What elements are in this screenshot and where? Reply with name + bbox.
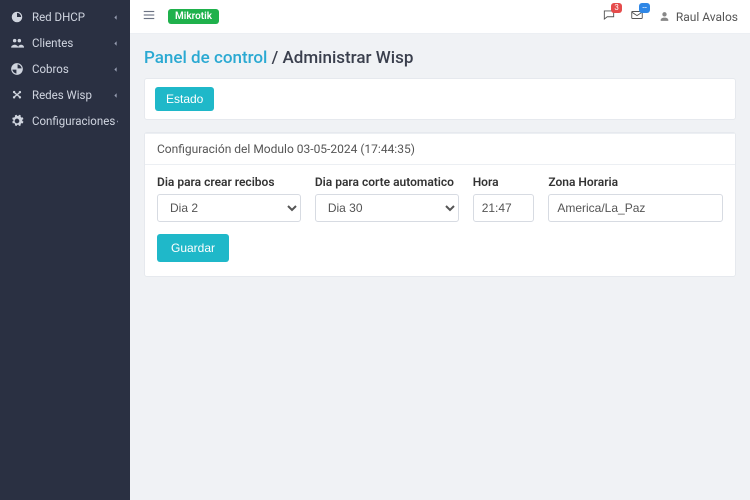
chat-notification-count: 3	[611, 3, 622, 13]
form-group-zona: Zona Horaria	[548, 175, 723, 222]
sidebar-item-label: Redes Wisp	[32, 88, 92, 102]
hamburger-icon	[142, 8, 156, 22]
sidebar-item-label: Cobros	[32, 62, 69, 76]
user-menu[interactable]: Raul Avalos	[658, 10, 738, 24]
sidebar-item-clientes[interactable]: Clientes	[0, 30, 130, 56]
user-name: Raul Avalos	[676, 10, 738, 24]
hora-input[interactable]	[473, 194, 535, 222]
config-panel-header: Configuración del Modulo 03-05-2024 (17:…	[145, 133, 735, 164]
mail-notifications-button[interactable]: --	[630, 8, 644, 26]
corte-select[interactable]: Dia 30	[315, 194, 459, 222]
brand-badge: Mikrotik	[168, 9, 219, 24]
recibos-select[interactable]: Dia 2	[157, 194, 301, 222]
save-button[interactable]: Guardar	[157, 234, 229, 262]
chevron-left-icon	[111, 91, 120, 100]
chevron-left-icon	[115, 117, 120, 126]
sidebar-item-cobros[interactable]: Cobros	[0, 56, 130, 82]
recibos-label: Dia para crear recibos	[157, 175, 301, 189]
chat-notifications-button[interactable]: 3	[602, 8, 616, 26]
topbar: Mikrotik 3 -- Raul Avalos	[130, 0, 750, 34]
sidebar-item-label: Configuraciones	[32, 114, 115, 128]
network-icon	[10, 88, 24, 102]
chevron-left-icon	[111, 65, 120, 74]
breadcrumb-separator: /	[267, 48, 282, 68]
config-panel: Configuración del Modulo 03-05-2024 (17:…	[144, 132, 736, 277]
menu-toggle-button[interactable]	[142, 8, 156, 26]
sidebar-item-label: Clientes	[32, 36, 73, 50]
form-group-recibos: Dia para crear recibos Dia 2	[157, 175, 301, 222]
form-group-hora: Hora	[473, 175, 535, 222]
zona-input[interactable]	[548, 194, 723, 222]
corte-label: Dia para corte automatico	[315, 175, 459, 189]
status-panel: Estado	[144, 78, 736, 120]
form-group-corte: Dia para corte automatico Dia 30	[315, 175, 459, 222]
breadcrumb: Panel de control / Administrar Wisp	[144, 48, 736, 68]
hora-label: Hora	[473, 175, 535, 189]
chart-icon	[10, 62, 24, 76]
sidebar: Red DHCP Clientes Cobros Redes Wisp Conf…	[0, 0, 130, 500]
users-icon	[10, 36, 24, 50]
status-button[interactable]: Estado	[155, 87, 214, 111]
chevron-left-icon	[111, 13, 120, 22]
sidebar-item-redes-wisp[interactable]: Redes Wisp	[0, 82, 130, 108]
breadcrumb-current: Administrar Wisp	[282, 48, 413, 68]
main-area: Mikrotik 3 -- Raul Avalos Panel de contr…	[130, 0, 750, 500]
breadcrumb-root-link[interactable]: Panel de control	[144, 48, 267, 68]
sidebar-item-red-dhcp[interactable]: Red DHCP	[0, 4, 130, 30]
sidebar-item-configuraciones[interactable]: Configuraciones	[0, 108, 130, 134]
mail-notification-count: --	[639, 3, 649, 13]
user-icon	[658, 10, 671, 23]
chevron-left-icon	[111, 39, 120, 48]
gear-icon	[10, 114, 24, 128]
config-form: Dia para crear recibos Dia 2 Dia para co…	[145, 164, 735, 276]
sidebar-item-label: Red DHCP	[32, 10, 85, 24]
zona-label: Zona Horaria	[548, 175, 723, 189]
content: Panel de control / Administrar Wisp Esta…	[130, 34, 750, 500]
dashboard-icon	[10, 10, 24, 24]
